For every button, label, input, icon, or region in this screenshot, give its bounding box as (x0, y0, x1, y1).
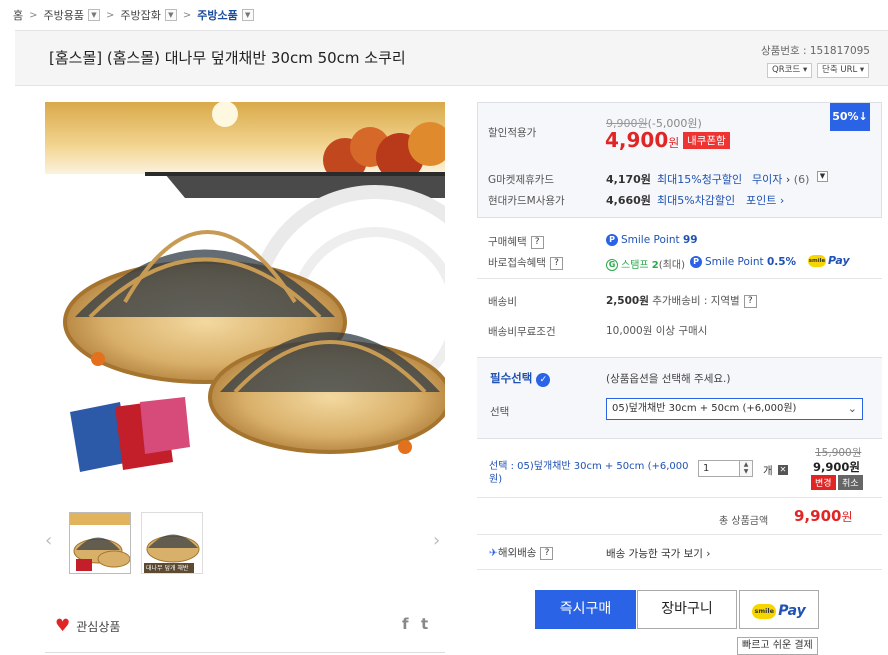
total-price: 9,900원 (794, 507, 853, 525)
product-number: 상품번호 : 151817095 (761, 45, 870, 57)
chevron-right-icon: > (29, 9, 38, 21)
stamp-icon: G (606, 259, 618, 271)
breadcrumb: 홈 > 주방용품 ▼ > 주방잡화 ▼ > 주방소품 ▼ (13, 6, 254, 24)
chevron-down-icon: ⌄ (847, 402, 857, 415)
breadcrumb-current[interactable]: 주방소품 (197, 7, 237, 23)
coupon-tag[interactable]: 내쿠폰함 (683, 132, 730, 149)
smile-pay-tooltip: 빠르고 쉬운 결제 (737, 637, 818, 655)
card2-price: 4,660원 (606, 194, 651, 207)
quantity-input[interactable]: 1 (698, 460, 740, 477)
quantity-stepper[interactable]: ▲ ▼ (740, 460, 753, 477)
selected-option-line: 선택 : 05)덮개채반 30cm + 50cm (+6,000원) (489, 461, 689, 485)
chevron-right-icon[interactable]: › (433, 530, 440, 551)
chevron-down-icon[interactable]: ▼ (817, 171, 828, 182)
thumbnail-2[interactable]: 대나무 덮개 채반 (141, 512, 203, 574)
close-icon[interactable]: ✕ (778, 465, 788, 475)
qr-code-button[interactable]: QR코드 ▾ (767, 63, 813, 78)
help-icon: ? (530, 235, 544, 249)
free-shipping-condition: 10,000원 이상 구매시 (606, 325, 708, 337)
stamp-benefit: G 스탬프 2(최대) (606, 256, 685, 271)
price-box: 할인적용가 9,900원(-5,000원) 4,900원 내쿠폰함 50%↓ G… (477, 102, 882, 218)
purchase-benefit-label: 구매혜택? (488, 234, 544, 249)
card2-desc[interactable]: 최대5%차감할인 (657, 192, 735, 208)
card1-price: 4,170원 (606, 173, 651, 186)
option-select-value: 05)덮개채반 30cm + 50cm (+6,000원) (612, 403, 797, 414)
short-url-label: 단축 URL (822, 65, 858, 75)
selection-price: 9,900원 (813, 460, 860, 474)
airplane-icon: ✈ (489, 547, 498, 559)
card1-label: G마켓제휴카드 (488, 174, 555, 186)
overseas-countries-link[interactable]: 배송 가능한 국가 보기 › (606, 546, 711, 561)
breadcrumb-level2[interactable]: 주방잡화 (120, 7, 160, 23)
smile-point-icon: P (606, 234, 618, 246)
product-main-image (45, 102, 445, 498)
chevron-down-icon[interactable]: ▼ (241, 9, 254, 21)
qr-code-label: QR코드 (772, 65, 801, 75)
discount-price-label: 할인적용가 (488, 127, 537, 139)
breadcrumb-home[interactable]: 홈 (13, 7, 23, 23)
shipping-fee-label: 배송비 (488, 296, 517, 308)
chevron-down-icon[interactable]: ▼ (164, 9, 177, 21)
chevron-right-icon: > (182, 9, 192, 21)
overseas-shipping-label: ✈해외배송? (489, 545, 554, 560)
discount-badge: 50%↓ (830, 103, 870, 131)
wishlist-label: 관심상품 (76, 619, 121, 634)
free-shipping-label: 배송비무료조건 (488, 326, 556, 338)
product-title-bar: [홈스몰] (홈스몰) 대나무 덮개채반 30cm 50cm 소쿠리 상품번호 … (15, 30, 888, 86)
card2-label: 현대카드M사용가 (488, 195, 565, 207)
thumbnail-caption: 대나무 덮개 채반 (146, 565, 189, 572)
divider (477, 569, 882, 570)
smile-pay-icon: smile (808, 254, 826, 267)
cart-button[interactable]: 장바구니 (637, 590, 737, 629)
check-icon: ✓ (536, 373, 551, 387)
select-label: 선택 (490, 406, 510, 418)
chevron-left-icon[interactable]: ‹ (45, 530, 52, 551)
help-icon: ? (549, 256, 563, 270)
smile-pay-icon: smile (752, 604, 777, 619)
short-url-button[interactable]: 단축 URL ▾ (817, 63, 870, 78)
page-title: [홈스몰] (홈스몰) 대나무 덮개채반 30cm 50cm 소쿠리 (49, 49, 406, 67)
card2-extra[interactable]: 포인트 › (746, 192, 784, 208)
cancel-button[interactable]: 취소 (838, 475, 863, 490)
card1-extra[interactable]: 무이자 › (6) (752, 171, 809, 187)
divider (477, 497, 882, 498)
chevron-right-icon: > (106, 9, 115, 21)
smile-point-2: P Smile Point 0.5% (690, 256, 796, 268)
required-option-hint: (상품옵션을 선택해 주세요.) (606, 373, 731, 385)
shipping-fee: 2,500원 추가배송비 : 지역별? (606, 293, 757, 308)
divider (45, 652, 445, 653)
heart-icon: ♥ (55, 616, 71, 636)
facebook-icon[interactable]: f (402, 615, 409, 633)
qty-unit: 개 (763, 465, 773, 477)
direct-benefit-label: 바로접속혜택? (488, 255, 563, 270)
change-button[interactable]: 변경 (811, 475, 836, 490)
thumbnail-1[interactable] (69, 512, 131, 574)
option-select[interactable]: 05)덮개채반 30cm + 50cm (+6,000원) ⌄ (606, 398, 863, 420)
smile-pay-logo: smile Pay (808, 254, 850, 267)
twitter-icon[interactable]: t (421, 615, 428, 633)
wishlist-button[interactable]: ♥ 관심상품 (55, 616, 120, 636)
smile-pay-button[interactable]: smile Pay (739, 590, 819, 629)
card1-desc[interactable]: 최대15%청구할인 (657, 171, 742, 187)
selection-orig-price: 15,900원 (815, 447, 862, 459)
smile-point-icon: P (690, 256, 702, 268)
thumbnail-strip: ‹ 대나무 덮개 채반 › (45, 512, 445, 574)
breadcrumb-level1[interactable]: 주방용품 (44, 7, 84, 23)
total-label: 총 상품금액 (719, 516, 769, 527)
divider (477, 278, 882, 279)
help-icon: ? (540, 546, 554, 560)
smile-point: P Smile Point 99 (606, 234, 698, 246)
required-option-label: 필수선택 ✓ (490, 370, 551, 387)
help-icon: ? (743, 294, 757, 308)
buy-now-button[interactable]: 즉시구매 (535, 590, 636, 629)
divider (477, 534, 882, 535)
sale-price: 4,900원 (605, 128, 680, 152)
chevron-down-icon[interactable]: ▼ (88, 9, 100, 21)
